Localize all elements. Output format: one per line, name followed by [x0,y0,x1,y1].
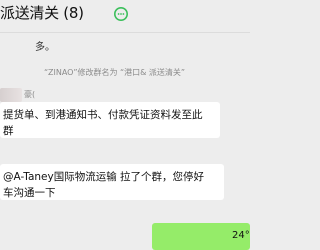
header-divider [0,32,250,33]
chat-header: 派送清关 (8) [0,0,250,30]
incoming-message-bubble[interactable]: 提货单、到港通知书、付款凭证资料发至此 群 [0,102,220,138]
system-notice: “ZINAO”修改群名为 “港口& 派送清关” [44,68,186,77]
sender-name: 豪( [24,90,36,99]
chat-title[interactable]: 派送清关 (8) [0,2,84,23]
message-line: @A-Taney国际物流运输 拉了个群，您停好 [3,171,205,183]
wechat-bubble-icon [114,7,128,21]
message-text: 多。 [35,42,55,53]
message-text: 24° [232,230,250,241]
message-line: 车沟通一下 [3,187,56,199]
message-line: 提货单、到港通知书、付款凭证资料发至此 [3,109,203,121]
incoming-message-bubble[interactable]: @A-Taney国际物流运输 拉了个群，您停好 车沟通一下 [0,164,224,200]
message-line: 群 [3,125,14,137]
blurred-sender-name [0,88,22,102]
outgoing-message-bubble[interactable]: 24° [152,223,250,250]
